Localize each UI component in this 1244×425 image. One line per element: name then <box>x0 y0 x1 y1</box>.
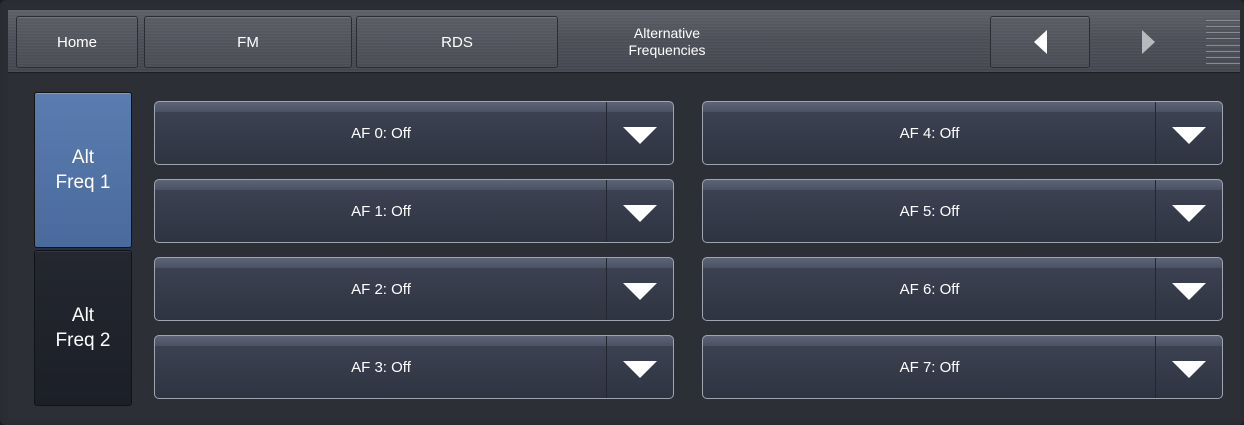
af-5-dropdown-toggle[interactable] <box>1156 180 1222 242</box>
page-title-line1: Alternative <box>633 25 701 41</box>
alt-freq-2-label-line2: Freq 2 <box>55 330 111 351</box>
previous-page-button[interactable] <box>990 16 1090 68</box>
caret-down-icon <box>623 282 657 300</box>
af-3-label: AF 3: Off <box>351 358 411 376</box>
rds-button-label: RDS <box>441 33 473 51</box>
arrow-right-icon <box>1141 30 1155 54</box>
alt-freq-1-label-line1: Alt <box>71 147 95 168</box>
caret-down-icon <box>1172 360 1206 378</box>
af-1-label: AF 1: Off <box>351 202 411 220</box>
af-1-dropdown[interactable]: AF 1: Off <box>154 179 674 243</box>
home-button[interactable]: Home <box>16 16 138 68</box>
caret-down-icon <box>1172 126 1206 144</box>
main-panel: Alt Freq 1 Alt Freq 2 AF 0: Off AF 1: Of… <box>8 74 1240 419</box>
af-4-label: AF 4: Off <box>899 124 960 142</box>
af-0-dropdown-toggle[interactable] <box>607 102 673 164</box>
af-7-label: AF 7: Off <box>899 358 960 376</box>
af-6-dropdown[interactable]: AF 6: Off <box>702 257 1223 321</box>
af-4-dropdown[interactable]: AF 4: Off <box>702 101 1223 165</box>
caret-down-icon <box>1172 282 1206 300</box>
af-6-dropdown-toggle[interactable] <box>1156 258 1222 320</box>
af-1-dropdown-toggle[interactable] <box>607 180 673 242</box>
af-5-label: AF 5: Off <box>899 202 960 220</box>
af-3-dropdown-toggle[interactable] <box>607 336 673 398</box>
af-5-dropdown[interactable]: AF 5: Off <box>702 179 1223 243</box>
fm-button[interactable]: FM <box>144 16 352 68</box>
caret-down-icon <box>623 126 657 144</box>
af-2-label: AF 2: Off <box>351 280 411 298</box>
home-button-label: Home <box>56 33 97 51</box>
alt-freq-2-label-line1: Alt <box>71 305 95 326</box>
af-4-dropdown-toggle[interactable] <box>1156 102 1222 164</box>
af-0-dropdown[interactable]: AF 0: Off <box>154 101 674 165</box>
af-7-dropdown[interactable]: AF 7: Off <box>702 335 1223 399</box>
alt-freq-1-tab[interactable]: Alt Freq 1 <box>34 92 132 248</box>
page-title-line2: Frequencies <box>628 42 706 58</box>
af-2-dropdown-toggle[interactable] <box>607 258 673 320</box>
next-page-button[interactable] <box>1098 16 1198 68</box>
af-2-dropdown[interactable]: AF 2: Off <box>154 257 674 321</box>
af-7-dropdown-toggle[interactable] <box>1156 336 1222 398</box>
af-3-dropdown[interactable]: AF 3: Off <box>154 335 674 399</box>
alt-freq-1-label-line2: Freq 1 <box>55 172 111 193</box>
af-6-label: AF 6: Off <box>899 280 960 298</box>
caret-down-icon <box>1172 204 1206 222</box>
af-0-label: AF 0: Off <box>351 124 411 142</box>
caret-down-icon <box>623 204 657 222</box>
fm-button-label: FM <box>237 33 259 51</box>
caret-down-icon <box>623 360 657 378</box>
app-window: Home FM RDS Alternative Frequencies Alt <box>0 0 1244 425</box>
page-title: Alternative Frequencies <box>564 16 770 68</box>
alt-freq-2-tab[interactable]: Alt Freq 2 <box>34 250 132 406</box>
rds-button[interactable]: RDS <box>356 16 558 68</box>
top-navigation-bar: Home FM RDS Alternative Frequencies <box>8 10 1240 73</box>
arrow-left-icon <box>1033 30 1047 54</box>
menu-grip-icon[interactable] <box>1206 16 1240 68</box>
